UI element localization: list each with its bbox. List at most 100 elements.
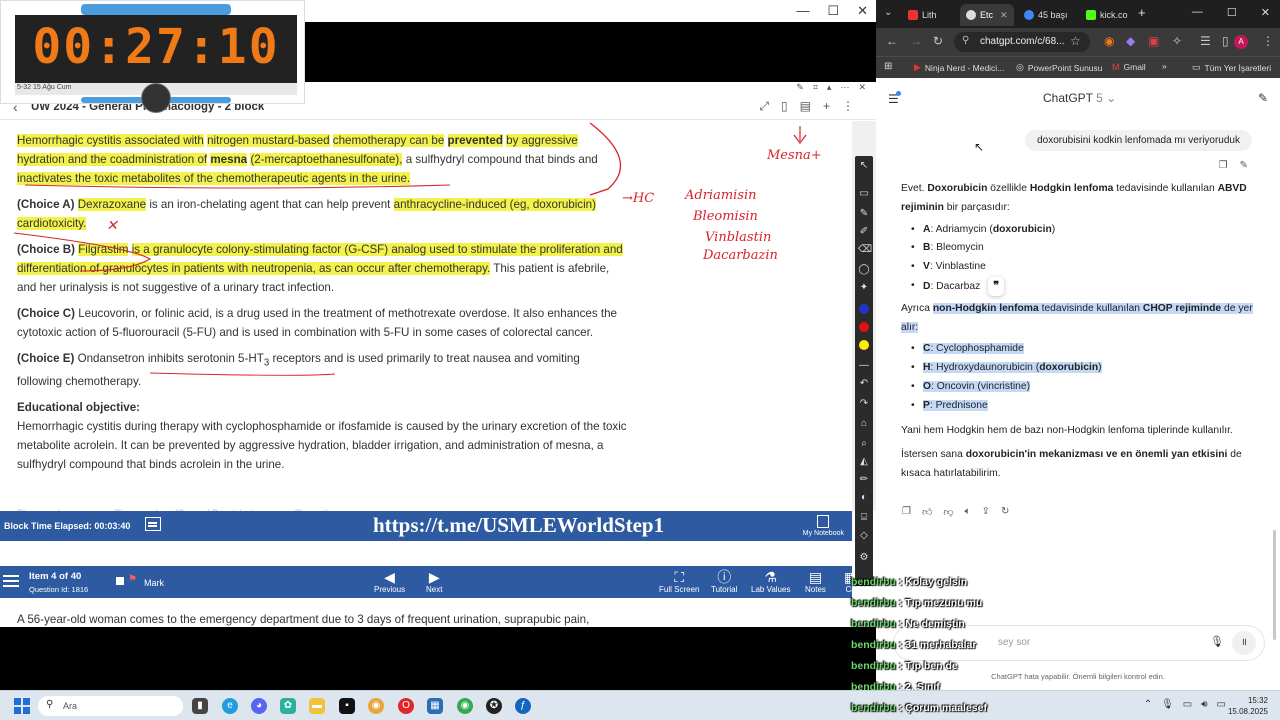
pen-icon[interactable]: ✎: [858, 208, 870, 220]
edit-icon[interactable]: ✎: [1240, 160, 1248, 171]
display-icon[interactable]: ▭: [1183, 699, 1192, 710]
store-icon[interactable]: ▦: [427, 698, 443, 714]
spotlight-icon[interactable]: ◐: [858, 492, 870, 504]
bookmark-item[interactable]: M Gmail: [1112, 62, 1146, 72]
more-icon[interactable]: ⋯: [840, 82, 849, 93]
widget-handle[interactable]: [81, 4, 231, 15]
full-screen-button[interactable]: ⛶ Full Screen: [659, 569, 699, 594]
undo-icon[interactable]: ↶: [858, 378, 870, 390]
forward-icon[interactable]: →: [910, 34, 922, 48]
redo-icon[interactable]: ↷: [858, 398, 870, 410]
browser-tab[interactable]: Lith: [902, 4, 943, 26]
minimize-icon[interactable]: —: [1192, 6, 1203, 19]
tab-search-icon[interactable]: ⌄: [884, 7, 892, 18]
highlighter-icon[interactable]: ✐: [858, 226, 870, 238]
reload-icon[interactable]: ↻: [933, 34, 943, 48]
discord-icon[interactable]: ◕: [251, 698, 267, 714]
calculator-icon[interactable]: [145, 517, 161, 531]
file-explorer-icon[interactable]: ▬: [309, 698, 325, 714]
model-selector[interactable]: ChatGPT 5 ⌄: [1043, 91, 1116, 105]
app-icon[interactable]: ƒ: [515, 698, 531, 714]
notes-icon[interactable]: ▤: [800, 99, 811, 114]
settings-icon[interactable]: ⚙: [858, 552, 870, 564]
extension-icon[interactable]: ◉: [1104, 34, 1114, 48]
task-view-icon[interactable]: ▮: [192, 698, 208, 714]
copy-icon[interactable]: ❐: [1219, 160, 1228, 171]
marker-icon[interactable]: ✏: [858, 474, 870, 486]
pin-icon[interactable]: ▴: [827, 82, 832, 93]
close-icon[interactable]: ✕: [858, 82, 866, 93]
screenshot-icon[interactable]: ⌸: [858, 512, 870, 524]
browser-tab[interactable]: 45 başı: [1018, 4, 1074, 26]
expand-icon[interactable]: ⤢: [759, 99, 769, 114]
shape-icon[interactable]: ◯: [858, 264, 870, 276]
browser-tab-active[interactable]: Etc ✕: [960, 4, 1014, 26]
crop-icon[interactable]: ⌗: [813, 82, 818, 93]
new-chat-icon[interactable]: ✎: [1258, 91, 1268, 105]
copy-icon[interactable]: ❐: [902, 506, 911, 518]
microphone-icon[interactable]: 🎙︎: [1210, 635, 1224, 648]
layers-icon[interactable]: ◇: [858, 530, 870, 542]
notes-button[interactable]: ▤ Notes: [805, 569, 826, 594]
app-icon[interactable]: ✿: [280, 698, 296, 714]
fill-icon[interactable]: ◭: [858, 456, 870, 468]
line-width-icon[interactable]: —: [858, 360, 870, 372]
minimize-icon[interactable]: —: [796, 3, 809, 19]
previous-button[interactable]: ◀ Previous: [374, 569, 405, 594]
close-icon[interactable]: ✕: [1261, 6, 1270, 19]
close-icon[interactable]: ✕: [857, 3, 868, 19]
bookmark-item[interactable]: ◎ PowerPoint Sunusu: [1016, 62, 1103, 73]
opera-icon[interactable]: O: [398, 698, 414, 714]
share-icon[interactable]: ⇪: [982, 506, 990, 518]
taskbar-clock[interactable]: 15:32 15.08.2025: [1228, 695, 1268, 717]
puzzle-icon[interactable]: ✧: [1172, 34, 1182, 48]
eraser-icon[interactable]: ⌫: [858, 244, 872, 256]
all-bookmarks[interactable]: ▭ Tüm Yer İşaretleri: [1192, 62, 1271, 73]
bookmark-item[interactable]: ▶ Ninja Nerd - Medici...: [914, 62, 1004, 73]
browser-tab[interactable]: kick.co: [1080, 4, 1134, 26]
maximize-icon[interactable]: ☐: [827, 3, 839, 19]
stamp-icon[interactable]: ⌂: [858, 418, 870, 430]
windows-start-icon[interactable]: [14, 698, 30, 714]
star-icon[interactable]: ☆: [1070, 34, 1081, 48]
sidebar-icon[interactable]: ▯: [1222, 34, 1229, 48]
close-tab-icon[interactable]: ✕: [1000, 10, 1008, 21]
tutorial-button[interactable]: ⓘ Tutorial: [711, 569, 737, 594]
lab-values-button[interactable]: ⚗ Lab Values: [751, 569, 790, 594]
zoom-icon[interactable]: ⌕: [858, 438, 870, 450]
extension-icon[interactable]: ◆: [1126, 34, 1135, 48]
microphone-icon[interactable]: 🎙︎: [1161, 699, 1174, 710]
app-icon[interactable]: ✪: [486, 698, 502, 714]
chevron-up-icon[interactable]: ⌃: [1144, 699, 1152, 710]
color-blue[interactable]: [859, 304, 869, 314]
read-aloud-icon[interactable]: 🔈︎: [965, 506, 971, 518]
board-icon[interactable]: ▭: [858, 188, 870, 200]
regenerate-icon[interactable]: ↻: [1001, 506, 1009, 518]
chat-scrollbar[interactable]: [1273, 530, 1276, 640]
thumbs-up-icon[interactable]: 👍︎: [922, 506, 932, 518]
chrome-icon[interactable]: ◉: [368, 698, 384, 714]
next-button[interactable]: ▶ Next: [426, 569, 442, 594]
my-notebook-button[interactable]: My Notebook: [803, 515, 844, 537]
laser-icon[interactable]: ✦: [858, 282, 870, 294]
sidebar-toggle-icon[interactable]: ☰: [888, 91, 901, 106]
more-vertical-icon[interactable]: ⋮: [842, 99, 854, 114]
pen-icon[interactable]: ✎: [796, 82, 804, 93]
thumbs-down-icon[interactable]: 👎︎: [943, 506, 953, 518]
mark-checkbox[interactable]: [116, 577, 124, 585]
bookmarks-overflow[interactable]: »: [1162, 61, 1167, 71]
obs-icon[interactable]: ▪: [339, 698, 355, 714]
more-vertical-icon[interactable]: ⋮: [1262, 34, 1274, 48]
book-icon[interactable]: ▯: [781, 99, 788, 114]
chrome-icon[interactable]: ◉: [457, 698, 473, 714]
edge-icon[interactable]: e: [222, 698, 238, 714]
battery-icon[interactable]: ▭: [1217, 699, 1226, 710]
voice-mode-icon[interactable]: ॥: [1232, 631, 1256, 655]
taskbar-search[interactable]: ⚲ Ara: [38, 696, 183, 716]
menu-icon[interactable]: [3, 575, 19, 577]
cursor-icon[interactable]: ↖: [858, 160, 870, 172]
tab-list-icon[interactable]: ☰: [1200, 34, 1211, 48]
color-red[interactable]: [859, 322, 869, 332]
volume-icon[interactable]: 🔊︎: [1201, 699, 1207, 710]
maximize-icon[interactable]: ☐: [1227, 6, 1237, 19]
